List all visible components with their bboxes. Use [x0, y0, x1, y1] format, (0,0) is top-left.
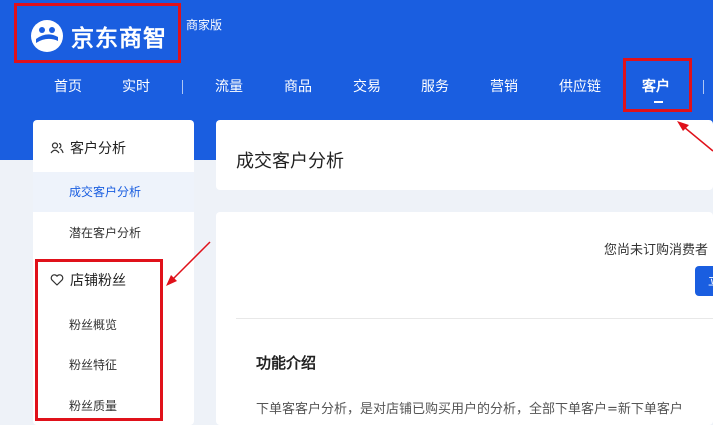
content-card: 您尚未订购消费者 立 功能介绍 下单客客户分析，是对店铺已购买用户的分析，全部下… [216, 212, 713, 425]
feature-description: 下单客客户分析，是对店铺已购买用户的分析，全部下单客户=新下单客户 [256, 402, 683, 417]
annotation-box-customer-tab [623, 58, 692, 112]
annotation-box-logo [14, 3, 181, 63]
nav-item-traffic[interactable]: 流量 [215, 70, 243, 104]
page-title: 成交客户分析 [236, 151, 344, 172]
nav-item-home[interactable]: 首页 [54, 70, 82, 104]
divider [236, 318, 713, 319]
top-nav: 首页 实时 流量 商品 交易 服务 营销 供应链 客户 [0, 70, 713, 104]
annotation-box-store-fans [35, 259, 163, 421]
nav-item-marketing[interactable]: 营销 [490, 70, 518, 104]
nav-item-supply-chain[interactable]: 供应链 [559, 70, 601, 104]
nav-item-transactions[interactable]: 交易 [353, 70, 381, 104]
edition-label: 商家版 [186, 18, 223, 32]
nav-item-realtime[interactable]: 实时 [122, 70, 150, 104]
subscription-notice: 您尚未订购消费者 [604, 243, 709, 258]
sidebar-group-customer-analysis[interactable]: 客户分析 [33, 126, 194, 170]
sidebar-item-deal-customers[interactable]: 成交客户分析 [33, 172, 194, 212]
page-title-card: 成交客户分析 [216, 120, 713, 190]
nav-separator [703, 80, 704, 94]
nav-item-service[interactable]: 服务 [421, 70, 449, 104]
subscribe-button[interactable]: 立 [695, 266, 713, 296]
users-icon [50, 142, 64, 154]
nav-separator [182, 80, 183, 94]
nav-item-products[interactable]: 商品 [284, 70, 312, 104]
section-title: 功能介绍 [256, 354, 317, 372]
sidebar-item-potential-customers[interactable]: 潜在客户分析 [33, 213, 194, 253]
sidebar-group-label: 客户分析 [70, 141, 126, 157]
